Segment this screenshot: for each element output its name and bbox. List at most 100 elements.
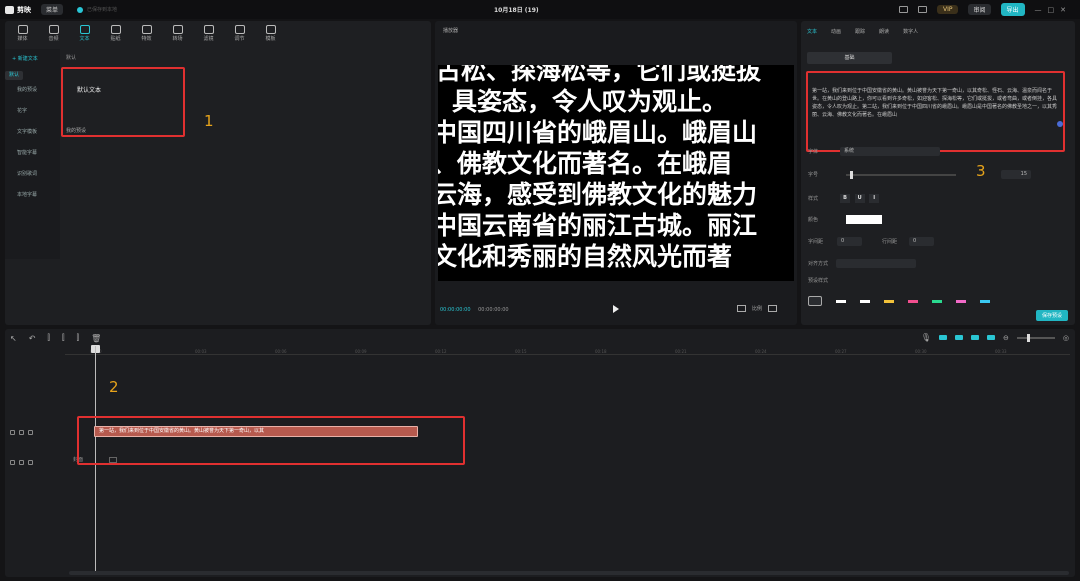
subtitle-line: 文化和秀丽的自然风光而著 — [438, 242, 733, 271]
tab-read-aloud[interactable]: 朗读 — [879, 28, 889, 35]
tab-digital-human[interactable]: 数字人 — [903, 28, 918, 35]
italic-button[interactable]: I — [869, 194, 880, 203]
color-swatch[interactable] — [846, 215, 883, 224]
tab-sticker[interactable]: 贴纸 — [103, 23, 128, 42]
ruler-tick: 00:12 — [435, 349, 447, 354]
font-select[interactable]: 系统 — [840, 147, 941, 156]
delete-icon[interactable]: 🗑 — [91, 334, 101, 343]
tab-audio[interactable]: 音频 — [41, 23, 66, 42]
timeline-scrollbar[interactable] — [69, 571, 1069, 575]
zoom-knob[interactable] — [1026, 333, 1030, 342]
export-button[interactable]: 导出 — [1000, 3, 1025, 16]
play-icon[interactable] — [613, 305, 619, 313]
sidebar-item-default[interactable]: 默认 — [5, 71, 24, 80]
ruler-tick: 00:27 — [835, 349, 847, 354]
timeline-toolbar: ↖ ↶ ⫿ ⫿ ⫿ 🗑 — [10, 333, 101, 343]
tab-template[interactable]: 模板 — [258, 23, 283, 42]
vip-badge[interactable]: VIP — [936, 5, 959, 14]
undo-icon[interactable]: ↶ — [29, 334, 36, 343]
size-slider-knob[interactable] — [850, 170, 854, 179]
filter-icon — [203, 25, 214, 34]
subtab-basic[interactable]: 基础 — [807, 52, 892, 64]
text-icon — [79, 25, 90, 34]
shortcut-icon[interactable] — [898, 6, 908, 13]
sidebar-item-auto-captions[interactable]: 智能字幕 — [5, 143, 60, 164]
size-slider[interactable] — [846, 170, 957, 179]
link-icon[interactable] — [955, 335, 964, 340]
split-left-icon[interactable]: ⫿ — [62, 333, 65, 343]
preset-style[interactable] — [908, 299, 918, 303]
default-text-card[interactable]: 默认文本 我的预设 — [61, 67, 185, 137]
eye-icon[interactable] — [19, 460, 24, 465]
annotation-1: 1 — [204, 112, 214, 130]
ruler-tick: 00:33 — [995, 349, 1007, 354]
zoom-out-icon[interactable]: ⊖ — [1003, 334, 1009, 342]
video-track-header — [10, 460, 33, 465]
app-logo-icon — [5, 5, 14, 14]
transition-icon — [172, 25, 183, 34]
sidebar-item-lyrics[interactable]: 识别歌词 — [5, 164, 60, 185]
crop-icon[interactable] — [736, 305, 746, 312]
total-time: 00:00:00:00 — [478, 307, 509, 313]
snap-icon[interactable] — [987, 335, 996, 340]
fullscreen-icon[interactable] — [768, 305, 777, 312]
audio-mute-icon[interactable] — [28, 460, 33, 465]
preset-style[interactable] — [956, 299, 966, 303]
preset-style[interactable] — [836, 299, 846, 303]
title-bar: 剪映 菜单 已保存到本地 10月18日 (19) VIP 审阅 导出 —□✕ — [0, 0, 1080, 19]
magnet-icon[interactable] — [939, 335, 948, 340]
tab-filter[interactable]: 滤镜 — [196, 23, 221, 42]
tab-transition[interactable]: 转场 — [165, 23, 190, 42]
player-title: 播放器 — [443, 28, 459, 34]
preset-style[interactable] — [932, 299, 942, 303]
tab-animation[interactable]: 动画 — [831, 28, 841, 35]
mic-icon[interactable]: 🎙 — [921, 333, 931, 342]
lock-icon[interactable] — [10, 430, 15, 435]
layout-icon[interactable] — [917, 6, 927, 13]
tab-media[interactable]: 媒体 — [10, 23, 35, 42]
bold-button[interactable]: B — [840, 194, 851, 203]
line-spacing-input[interactable]: 0 — [909, 237, 935, 246]
tab-text[interactable]: 文本 — [72, 23, 97, 42]
sidebar-item-text-template[interactable]: 文字模板 — [5, 122, 60, 143]
lock-icon[interactable] — [10, 460, 15, 465]
ratio-button[interactable]: 比例 — [752, 305, 762, 312]
new-text-button[interactable]: + 新建文本 — [5, 49, 60, 70]
ruler-tick: 00:09 — [355, 349, 367, 354]
split-right-icon[interactable]: ⫿ — [77, 333, 80, 343]
zoom-slider[interactable] — [1016, 333, 1055, 342]
text-content-input[interactable]: 第一站，我们来到位于中国安徽省的黄山。黄山被誉为天下第一奇山，以其奇松、怪石、云… — [806, 71, 1065, 152]
tab-tracking[interactable]: 跟踪 — [855, 28, 865, 35]
review-button[interactable]: 审阅 — [968, 4, 991, 15]
menu-button[interactable]: 菜单 — [41, 4, 64, 15]
fit-icon[interactable]: ◎ — [1063, 334, 1069, 342]
split-icon[interactable]: ⫿ — [47, 333, 50, 343]
sidebar-item-local-captions[interactable]: 本地字幕 — [5, 185, 60, 206]
preset-style[interactable] — [860, 299, 870, 303]
time-ruler[interactable]: 00:00 00:03 00:06 00:09 00:12 00:15 00:1… — [65, 347, 1070, 355]
sidebar-item-my-presets[interactable]: 我的预设 — [5, 80, 60, 101]
sidebar-item-fancy-text[interactable]: 花字 — [5, 101, 60, 122]
audio-mute-icon[interactable] — [28, 430, 33, 435]
eye-icon[interactable] — [19, 430, 24, 435]
size-input[interactable]: 15 — [1001, 170, 1032, 179]
project-title[interactable]: 10月18日 (19) — [494, 5, 539, 14]
tab-adjust[interactable]: 调节 — [227, 23, 252, 42]
tab-effects[interactable]: 特效 — [134, 23, 159, 42]
underline-button[interactable]: U — [854, 194, 865, 203]
preset-label: 预设样式 — [808, 278, 829, 284]
save-preset-button[interactable]: 保存预设 — [1035, 310, 1068, 321]
tab-text-props[interactable]: 文本 — [807, 28, 817, 35]
align-options[interactable] — [836, 259, 917, 268]
window-controls[interactable]: —□✕ — [1035, 6, 1072, 14]
ai-assist-icon[interactable] — [1057, 121, 1063, 127]
video-preview[interactable]: 古松、探海松等，它们或挺拔 具姿态，令人叹为观止。 中国四川省的峨眉山。峨眉山 … — [438, 65, 794, 281]
select-tool-icon[interactable]: ↖ — [10, 334, 17, 343]
align-label: 对齐方式 — [808, 261, 829, 267]
preview-axis-icon[interactable] — [971, 335, 980, 340]
spacing-input[interactable]: 0 — [837, 237, 863, 246]
preset-style[interactable] — [980, 299, 990, 303]
subtitle-line: 中国云南省的丽江古城。丽江 — [438, 211, 758, 240]
preset-none[interactable] — [808, 296, 822, 306]
preset-style[interactable] — [884, 299, 894, 303]
